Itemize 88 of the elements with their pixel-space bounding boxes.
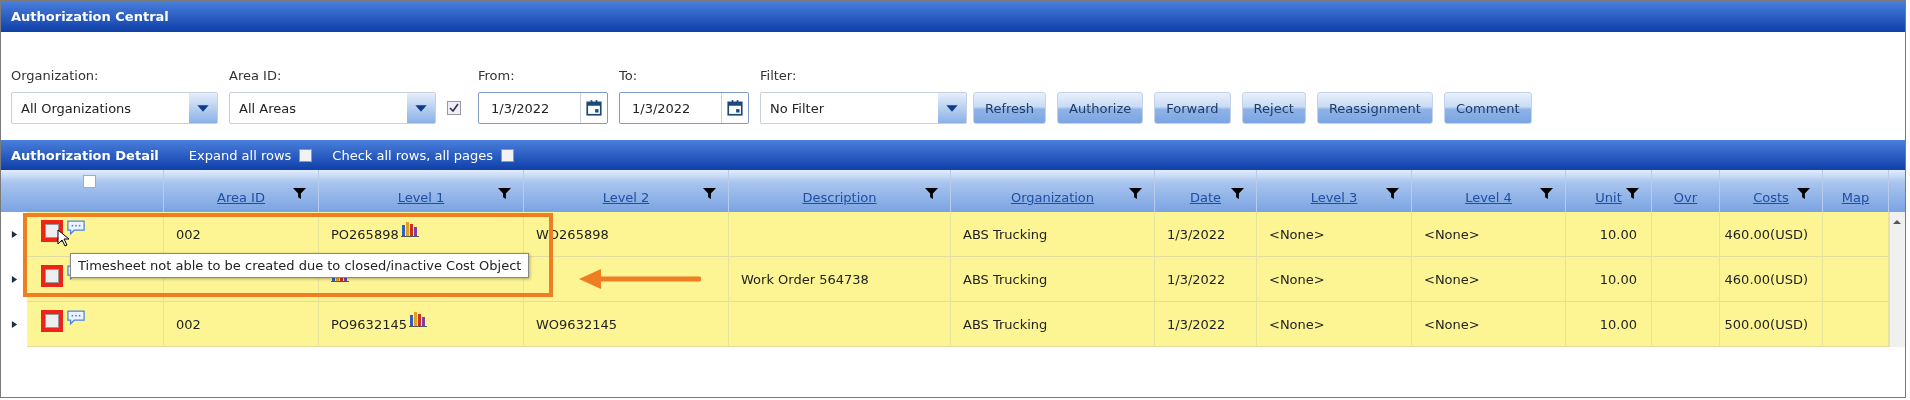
bar-chart-icon[interactable] (400, 221, 419, 237)
table-cell: <None> (1257, 302, 1412, 347)
filter-icon[interactable] (1797, 187, 1810, 200)
column-header[interactable]: Area ID (217, 177, 265, 205)
table-cell: 460.00(USD) (1720, 212, 1823, 257)
table-cell: 1/3/2022 (1155, 257, 1257, 302)
table-cell (1652, 257, 1720, 302)
filter-icon[interactable] (1540, 187, 1553, 200)
table-cell: 1/3/2022 (1155, 212, 1257, 257)
toolbar-button[interactable]: Reject (1241, 92, 1306, 124)
table-cell: WO9632145 (524, 302, 729, 347)
field-label: Organization: (11, 68, 100, 83)
filter-icon[interactable] (925, 187, 938, 200)
comment-icon[interactable] (67, 310, 85, 325)
field-label: From: (478, 68, 516, 83)
expand-arrow-icon[interactable] (10, 320, 18, 329)
table-cell: <None> (1412, 257, 1566, 302)
date-field[interactable]: 1/3/2022 (619, 92, 749, 124)
filter-dropdown[interactable]: No Filter (760, 92, 967, 124)
organization-dropdown[interactable]: All Organizations (11, 92, 218, 124)
section-title: Authorization Detail (11, 147, 159, 163)
filter-icon[interactable] (1231, 187, 1244, 200)
column-header[interactable]: Unit (1595, 177, 1622, 205)
expand-arrow-icon[interactable] (10, 275, 18, 284)
filter-icon[interactable] (703, 187, 716, 200)
column-header[interactable]: Description (802, 177, 877, 205)
table-cell: <None> (1257, 257, 1412, 302)
expand-arrow-icon[interactable] (10, 230, 18, 239)
table-cell: ABS Trucking (951, 257, 1155, 302)
table-cell (1823, 257, 1889, 302)
select-all-checkbox[interactable] (82, 175, 96, 188)
field-label: Filter: (760, 68, 798, 83)
cursor-icon (57, 229, 69, 247)
row-checkbox[interactable] (41, 265, 63, 287)
cell-text: PO265898 (331, 226, 399, 242)
table-cell: <None> (1257, 212, 1412, 257)
table-cell: 10.00 (1566, 302, 1652, 347)
toolbar-button[interactable]: Reassignment (1316, 92, 1433, 124)
table-cell: 002 (164, 302, 319, 347)
column-header[interactable]: Level 4 (1465, 177, 1512, 205)
column-header[interactable]: Map (1841, 177, 1870, 205)
table-cell: 1/3/2022 (1155, 302, 1257, 347)
option-checkbox[interactable] (299, 148, 313, 162)
table-cell: <None> (1412, 212, 1566, 257)
toolbar-button[interactable]: Forward (1154, 92, 1231, 124)
date-field[interactable]: 1/3/2022 (478, 92, 608, 124)
column-header[interactable]: Level 2 (602, 177, 650, 205)
tooltip: Timesheet not able to be created due to closed/inactive Cost Object (70, 253, 530, 278)
table-cell (1823, 212, 1889, 257)
field-label: To: (619, 68, 639, 83)
cell-text: PO9632145 (331, 316, 407, 332)
table-cell: ABS Trucking (951, 212, 1155, 257)
table-cell (1823, 302, 1889, 347)
scrollbar[interactable] (1889, 212, 1905, 347)
option-label: Check all rows, all pages (332, 147, 493, 163)
column-header[interactable]: Level 3 (1310, 177, 1358, 205)
column-header[interactable]: Costs (1753, 177, 1789, 205)
date-checkbox[interactable] (447, 101, 461, 115)
toolbar-button[interactable]: Authorize (1057, 92, 1144, 124)
field-label: Area ID: (229, 68, 283, 83)
column-header[interactable]: Level 1 (397, 177, 445, 205)
option-checkbox[interactable] (501, 148, 514, 162)
row-checkbox[interactable] (41, 310, 63, 332)
filter-icon[interactable] (1626, 187, 1639, 200)
column-header[interactable]: Date (1189, 177, 1222, 205)
column-header[interactable]: Organization (1010, 177, 1095, 205)
window-title: Authorization Central (1, 1, 1905, 32)
table-cell: <None> (1412, 302, 1566, 347)
table-cell (1652, 212, 1720, 257)
option-label: Expand all rows (188, 147, 292, 163)
toolbar-button[interactable]: Comment (1443, 92, 1532, 124)
toolbar-button[interactable]: Refresh (973, 92, 1047, 124)
bar-chart-icon[interactable] (408, 311, 427, 327)
area-dropdown[interactable]: All Areas (229, 92, 436, 124)
filter-icon[interactable] (293, 187, 306, 200)
filter-icon[interactable] (1129, 187, 1142, 200)
comment-icon[interactable] (67, 220, 85, 235)
table-cell: Work Order 564738 (729, 257, 951, 302)
table-cell: 460.00(USD) (1720, 257, 1823, 302)
filter-icon[interactable] (498, 187, 511, 200)
table-cell: 10.00 (1566, 257, 1652, 302)
table-cell: 500.00(USD) (1720, 302, 1823, 347)
table-cell: ABS Trucking (951, 302, 1155, 347)
table-cell (1652, 302, 1720, 347)
column-header[interactable]: Ovr (1673, 177, 1698, 205)
table-cell: 10.00 (1566, 212, 1652, 257)
table-cell: WO265898 (524, 212, 729, 257)
filter-icon[interactable] (1386, 187, 1399, 200)
